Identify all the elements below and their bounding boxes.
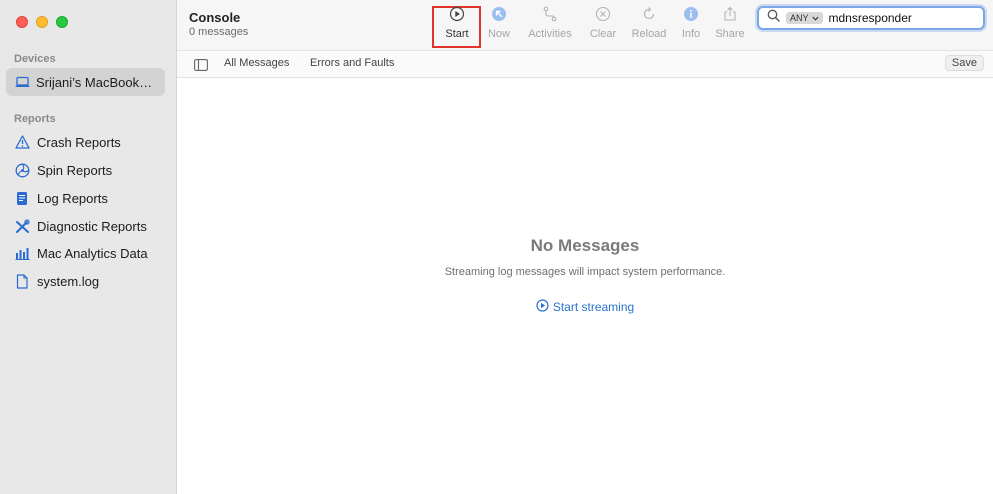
search-input[interactable]: mdnsresponder [829,11,912,25]
search-icon [767,9,780,27]
sidebar-device-label: Srijani’s MacBook… [36,74,153,90]
toolbar: Console 0 messages Start Now Activities [177,0,993,50]
sidebar-item-system-log[interactable]: system.log [6,268,165,294]
info-button-label: Info [681,28,701,40]
sidebar-item-label: system.log [37,273,100,289]
spin-wheel-icon [14,162,30,178]
laptop-icon [14,74,30,90]
sidebar-item-label: Spin Reports [37,162,113,178]
reload-button[interactable]: Reload [629,6,669,46]
share-button[interactable]: Share [713,6,747,46]
sidebar-item-crash-reports[interactable]: Crash Reports [6,129,165,155]
tools-icon [14,218,30,234]
sidebar-item-label: Crash Reports [37,134,121,150]
reports-section-label: Reports [14,113,56,125]
sidebar-toggle-icon[interactable] [194,58,208,76]
sidebar-item-log-reports[interactable]: Log Reports [6,185,165,211]
activities-icon [542,6,558,25]
share-button-label: Share [715,28,745,40]
clear-button[interactable]: Clear [585,6,621,46]
zoom-window-button[interactable] [56,16,68,28]
file-icon [14,273,30,289]
now-button[interactable]: Now [483,6,515,46]
start-button[interactable]: Start [439,6,475,46]
arrow-up-left-circle-icon [491,6,507,25]
sidebar-item-mac-analytics-data[interactable]: Mac Analytics Data [6,240,165,266]
start-button-label: Start [445,28,469,40]
search-field[interactable]: ANY mdnsresponder [757,6,985,30]
info-button[interactable]: Info [677,6,705,46]
minimize-window-button[interactable] [36,16,48,28]
bar-chart-icon [14,245,30,261]
empty-state-title: No Messages [530,236,640,255]
x-circle-icon [595,6,611,25]
start-streaming-label: Start streaming [552,300,635,314]
tab-errors-and-faults[interactable]: Errors and Faults [310,57,394,69]
activities-button[interactable]: Activities [523,6,577,46]
now-button-label: Now [487,28,510,40]
sidebar-item-diagnostic-reports[interactable]: Diagnostic Reports [6,213,165,239]
clear-button-label: Clear [589,28,617,40]
window-controls [16,16,68,28]
window-title: Console [189,10,241,25]
reload-button-label: Reload [631,28,667,40]
tab-all-messages[interactable]: All Messages [224,57,289,69]
search-token-label: ANY [790,13,809,23]
play-circle-icon [449,6,465,25]
close-window-button[interactable] [16,16,28,28]
sidebar-item-label: Diagnostic Reports [37,218,147,234]
chevron-down-icon [811,13,819,23]
search-token-any[interactable]: ANY [786,12,823,24]
save-button[interactable]: Save [944,55,984,71]
sidebar: Devices Srijani’s MacBook… Reports Crash… [0,0,177,494]
main-panel: Console 0 messages Start Now Activities [177,0,993,494]
sidebar-item-spin-reports[interactable]: Spin Reports [6,157,165,183]
empty-state-subtitle: Streaming log messages will impact syste… [444,266,726,278]
sidebar-item-device[interactable]: Srijani’s MacBook… [6,68,165,96]
warning-triangle-icon [14,134,30,150]
document-icon [14,190,30,206]
share-icon [722,6,738,25]
devices-section-label: Devices [14,53,56,65]
start-streaming-link[interactable]: Start streaming [177,299,993,315]
play-circle-icon [536,299,549,315]
reload-icon [641,6,657,25]
activities-button-label: Activities [528,28,572,40]
sidebar-item-label: Log Reports [37,190,108,206]
info-icon [683,6,699,25]
filter-bar: All Messages Errors and Faults Save [177,50,993,78]
sidebar-item-label: Mac Analytics Data [37,245,148,261]
message-count: 0 messages [189,26,249,38]
